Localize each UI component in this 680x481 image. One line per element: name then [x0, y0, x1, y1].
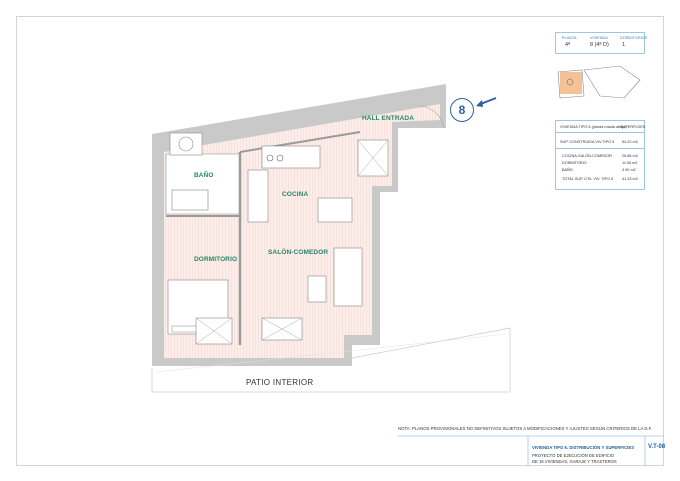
sofa — [333, 247, 363, 307]
row-name-1: DORMITORIO — [562, 161, 587, 165]
row-value-2: 4.90 m2 — [622, 168, 636, 172]
header-value-unit: 8 (4ª D) — [590, 42, 609, 48]
project-line-1: PROYECTO DE EJECUCIÓN DE EDIFICIO — [532, 453, 615, 458]
floor-plan-drawing — [151, 65, 664, 466]
header-label-unit: VIVIENDA — [590, 36, 608, 40]
patio-label: PATIO INTERIOR — [246, 378, 314, 387]
row-value-0: 26.86 m2 — [622, 154, 638, 158]
arrow-left-icon — [476, 97, 497, 107]
provisional-note: NOTA: PLANOS PROVISIONALES NO DEFINITIVO… — [398, 426, 652, 431]
header-value-bedrooms: 1 — [622, 42, 626, 48]
row-value-1: 11.06 m2 — [622, 161, 638, 165]
table-title: VIVIENDA TIPO 6 (planta rotada abajo) — [560, 125, 627, 129]
sheet-code: V.T-08 — [648, 444, 666, 450]
room-label-living: SALÓN-COMEDOR — [268, 249, 329, 256]
key-plan-thumbnail — [557, 65, 641, 99]
kitchen-worktop — [261, 145, 321, 169]
washbasin — [171, 189, 209, 211]
room-label-bedroom: DORMITORIO — [194, 256, 238, 263]
built-surface-label: SUP. CONSTRUIDA VIV.TIPO 6 — [560, 140, 615, 144]
coffee-table — [307, 275, 327, 303]
kitchen-counter — [247, 169, 269, 223]
row-name-0: COCINA-SALÓN-COMEDOR — [562, 154, 612, 158]
header-label-bedrooms: DORMITORIOS — [620, 36, 648, 40]
shower-tray — [169, 132, 203, 156]
room-label-bath: BAÑO — [194, 172, 214, 179]
unit-number-badge: 8 — [450, 98, 474, 122]
room-label-kitchen: COCINA — [282, 191, 309, 198]
row-name-2: BAÑO — [562, 168, 573, 172]
room-label-hall: HALL ENTRADA — [362, 115, 414, 122]
row-name-3: TOTAL SUP. ÚTIL VIV. TIPO 6 — [562, 177, 614, 181]
built-surface-value: 54.20 m2 — [622, 140, 638, 144]
sheet-title: VIVIENDA TIPO 6. DISTRIBUCIÓN Y SUPERFIC… — [532, 445, 635, 450]
header-label-floor: PLANTA — [562, 36, 577, 40]
header-value-floor: 4ª — [565, 42, 571, 48]
dining-table — [317, 197, 353, 223]
project-line-2: DE 19 VIVIENDAS, GARAJE Y TRASTEROS — [532, 459, 617, 464]
table-col-header: SUPERFICIES — [620, 125, 646, 129]
row-value-3: 41.33 m2 — [622, 177, 638, 181]
